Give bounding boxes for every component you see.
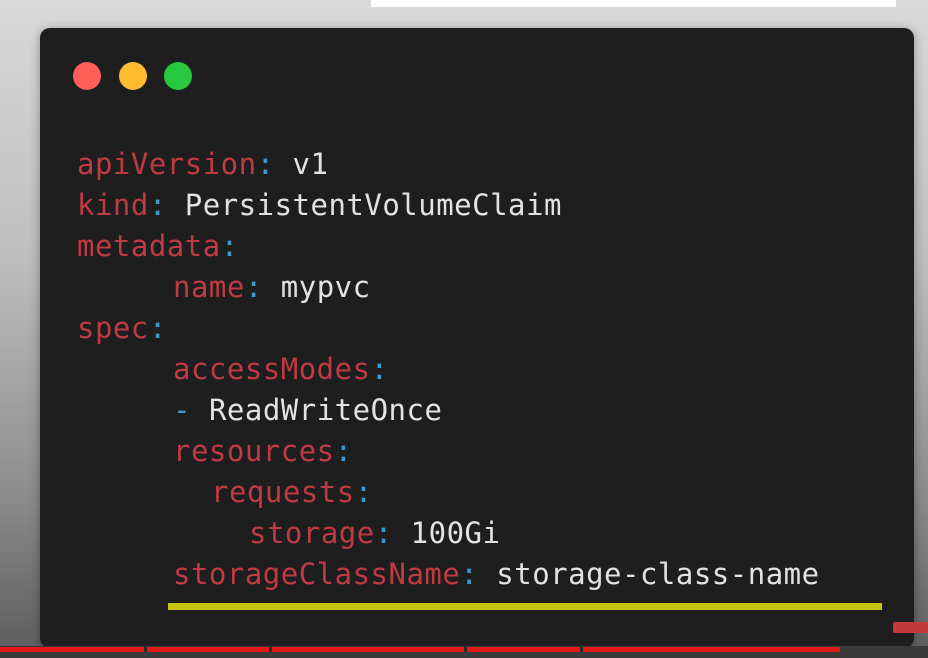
code-line: name: mypvc — [77, 267, 820, 308]
yaml-colon: : — [148, 188, 167, 222]
yaml-key: metadata — [77, 229, 221, 263]
top-white-strip — [371, 0, 896, 7]
channel-badge-icon — [893, 622, 928, 633]
yaml-colon: : — [334, 434, 353, 468]
highlight-underline — [168, 603, 882, 610]
yaml-colon: : — [354, 475, 373, 509]
chapter-mark — [580, 647, 583, 652]
yaml-colon: : — [148, 311, 167, 345]
video-progress-fill — [0, 647, 840, 652]
code-line: accessModes: — [77, 349, 820, 390]
yaml-key: name — [173, 270, 245, 304]
yaml-value: 100Gi — [410, 516, 501, 550]
list-dash: - — [173, 393, 191, 427]
code-line: resources: — [77, 431, 820, 472]
yaml-colon: : — [256, 147, 275, 181]
yaml-key: storage — [249, 516, 375, 550]
yaml-key: resources — [173, 434, 335, 468]
code-line: requests: — [77, 472, 820, 513]
chapter-mark — [269, 647, 272, 652]
code-line: apiVersion: v1 — [77, 144, 820, 185]
yaml-value: v1 — [292, 147, 329, 181]
code-window: apiVersion: v1 kind: PersistentVolumeClai… — [40, 28, 914, 648]
yaml-colon: : — [244, 270, 263, 304]
code-line: kind: PersistentVolumeClaim — [77, 185, 820, 226]
yaml-value: storage-class-name — [496, 557, 820, 591]
yaml-colon: : — [460, 557, 479, 591]
maximize-dot-icon — [164, 62, 192, 90]
chapter-mark — [464, 647, 467, 652]
yaml-key: requests — [211, 475, 355, 509]
code-line: spec: — [77, 308, 820, 349]
code-line: storageClassName: storage-class-name — [77, 554, 820, 595]
yaml-code-block: apiVersion: v1 kind: PersistentVolumeClai… — [77, 144, 820, 595]
yaml-colon: : — [220, 229, 239, 263]
yaml-key: spec — [77, 311, 149, 345]
minimize-dot-icon — [119, 62, 147, 90]
yaml-key: storageClassName — [173, 557, 461, 591]
yaml-key: apiVersion — [77, 147, 257, 181]
chapter-mark — [144, 647, 147, 652]
yaml-colon: : — [374, 516, 393, 550]
yaml-value: mypvc — [280, 270, 371, 304]
yaml-key: kind — [77, 188, 149, 222]
yaml-value: ReadWriteOnce — [208, 393, 443, 427]
yaml-value: PersistentVolumeClaim — [184, 188, 562, 222]
code-line: metadata: — [77, 226, 820, 267]
code-line: - ReadWriteOnce — [77, 390, 820, 431]
yaml-colon: : — [370, 352, 389, 386]
yaml-key: accessModes — [173, 352, 371, 386]
close-dot-icon — [73, 62, 101, 90]
code-line: storage: 100Gi — [77, 513, 820, 554]
